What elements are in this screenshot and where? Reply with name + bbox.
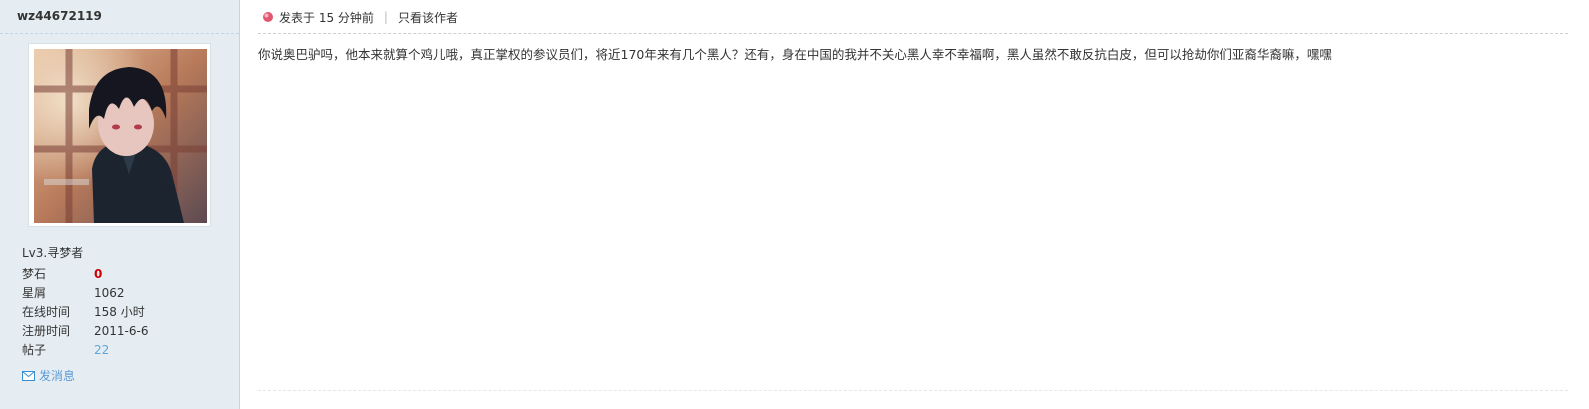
post-status-icon bbox=[263, 12, 273, 22]
posts-count-link[interactable]: 22 bbox=[94, 341, 109, 360]
stat-label: 梦石 bbox=[22, 267, 47, 281]
stat-row-xingxie: 星屑 1062 bbox=[22, 284, 222, 303]
stat-label: 注册时间 bbox=[22, 324, 71, 338]
user-stats: 梦石 0 星屑 1062 在线时间 158 小时 注册时间 2011-6-6 帖… bbox=[22, 265, 222, 360]
stat-value: 1062 bbox=[94, 286, 125, 300]
user-sidebar: wz44672119 Lv3.寻梦者 梦石 0 星屑 1062 在线时间 158… bbox=[0, 0, 240, 409]
stat-value: 0 bbox=[94, 267, 103, 281]
post-footer-divider bbox=[258, 390, 1568, 391]
sidebar-divider bbox=[0, 33, 239, 34]
stat-value: 158 小时 bbox=[94, 305, 145, 319]
post-divider bbox=[258, 33, 1568, 34]
stat-label: 在线时间 bbox=[22, 305, 71, 319]
username[interactable]: wz44672119 bbox=[17, 9, 102, 23]
stat-row-posts: 帖子 22 bbox=[22, 341, 222, 360]
stat-value: 2011-6-6 bbox=[94, 324, 149, 338]
stat-label: 帖子 bbox=[22, 343, 47, 357]
only-author-link[interactable]: 只看该作者 bbox=[398, 9, 458, 26]
stat-row-mengshi: 梦石 0 bbox=[22, 265, 222, 284]
meta-separator: | bbox=[383, 10, 388, 24]
post-content: 你说奥巴驴吗，他本来就算个鸡儿哦，真正掌权的参议员们，将近170年来有几个黑人？… bbox=[258, 47, 1332, 62]
send-message-label: 发消息 bbox=[39, 369, 76, 383]
post-meta: 发表于 15 分钟前 | 只看该作者 bbox=[262, 9, 458, 25]
stat-label: 星屑 bbox=[22, 286, 47, 300]
stat-row-register-date: 注册时间 2011-6-6 bbox=[22, 322, 222, 341]
user-group[interactable]: Lv3.寻梦者 bbox=[22, 244, 83, 261]
mail-icon bbox=[22, 370, 35, 381]
avatar-image bbox=[34, 49, 207, 223]
avatar[interactable] bbox=[28, 43, 211, 227]
send-message-button[interactable]: 发消息 bbox=[22, 367, 75, 384]
stat-row-online-time: 在线时间 158 小时 bbox=[22, 303, 222, 322]
post-time: 发表于 15 分钟前 bbox=[279, 10, 374, 25]
